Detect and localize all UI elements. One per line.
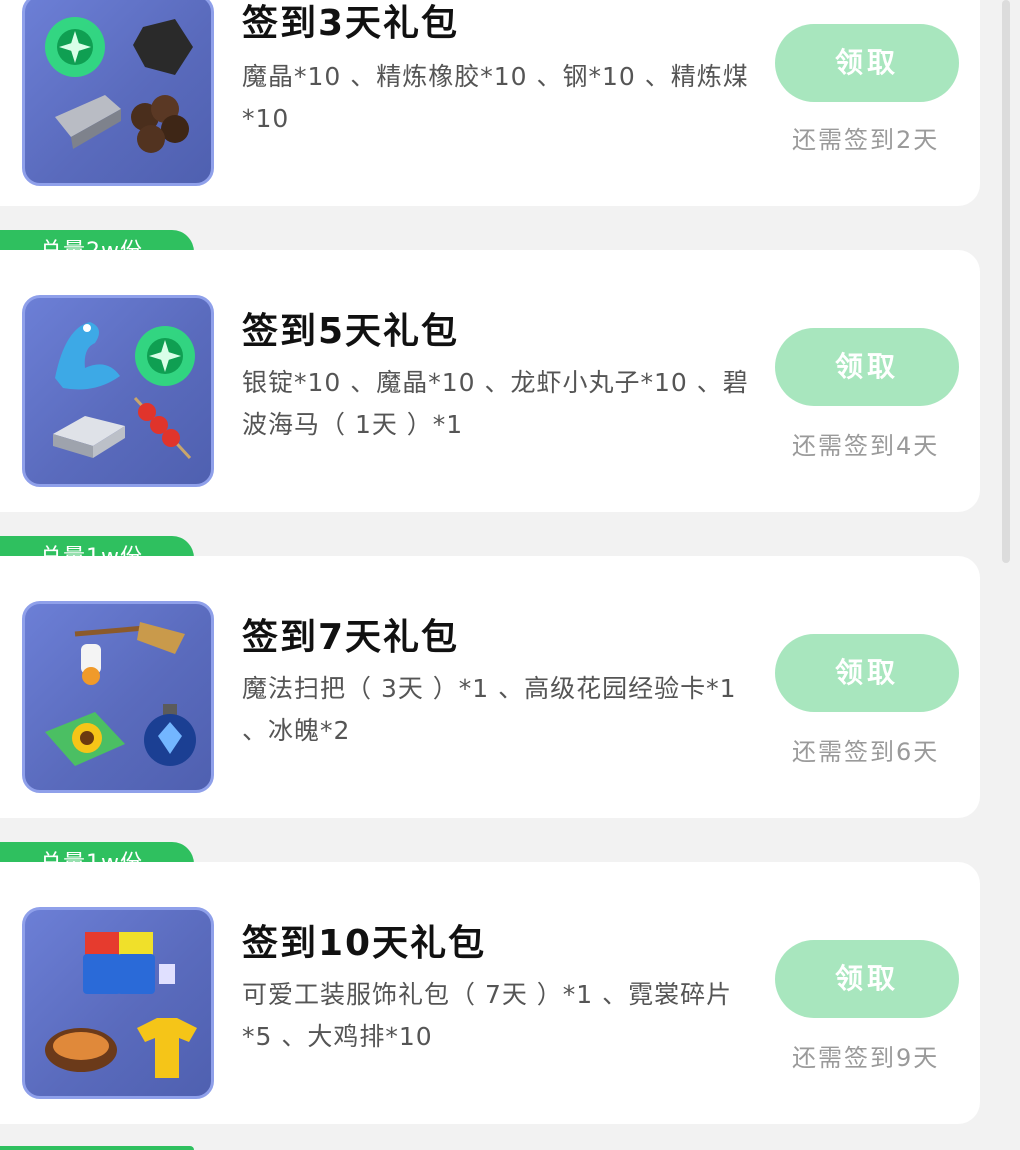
gift-description: 魔法扫把（ 3天 ）*1 、高级花园经验卡*1 、冰魄*2 <box>242 674 737 745</box>
gift-thumbnail <box>22 0 214 186</box>
claim-button[interactable]: 领取 <box>775 634 959 712</box>
days-remaining: 还需签到9天 <box>792 1044 940 1072</box>
claim-button[interactable]: 领取 <box>775 24 959 102</box>
gift-card-day3: 签到3天礼包 魔晶*10 、精炼橡胶*10 、钢*10 、精炼煤*10 领取 还… <box>0 0 980 206</box>
gift-title: 签到7天礼包 <box>242 617 460 658</box>
gift-description: 银锭*10 、魔晶*10 、龙虾小丸子*10 、碧波海马（ 1天 ）*1 <box>242 368 749 439</box>
gift-thumbnail <box>22 295 214 487</box>
days-remaining: 还需签到2天 <box>792 126 940 154</box>
gift-card-day10: 签到10天礼包 可爱工装服饰礼包（ 7天 ）*1 、霓裳碎片*5 、大鸡排*10… <box>0 862 980 1124</box>
gift-thumbnail <box>22 907 214 1099</box>
gift-title: 签到5天礼包 <box>242 311 460 352</box>
claim-button[interactable]: 领取 <box>775 328 959 406</box>
gift-title: 签到10天礼包 <box>242 923 487 964</box>
gift-title: 签到3天礼包 <box>242 3 460 44</box>
gift-card-day5: 签到5天礼包 银锭*10 、魔晶*10 、龙虾小丸子*10 、碧波海马（ 1天 … <box>0 250 980 512</box>
days-remaining: 还需签到6天 <box>792 738 940 766</box>
gift-card-day7: 签到7天礼包 魔法扫把（ 3天 ）*1 、高级花园经验卡*1 、冰魄*2 领取 … <box>0 556 980 818</box>
claim-button[interactable]: 领取 <box>775 940 959 1018</box>
gift-thumbnail <box>22 601 214 793</box>
days-remaining: 还需签到4天 <box>792 432 940 460</box>
gift-description: 可爱工装服饰礼包（ 7天 ）*1 、霓裳碎片*5 、大鸡排*10 <box>242 980 733 1051</box>
next-badge-edge <box>0 1146 194 1150</box>
scrollbar[interactable] <box>1002 0 1010 563</box>
gift-description: 魔晶*10 、精炼橡胶*10 、钢*10 、精炼煤*10 <box>242 62 749 133</box>
